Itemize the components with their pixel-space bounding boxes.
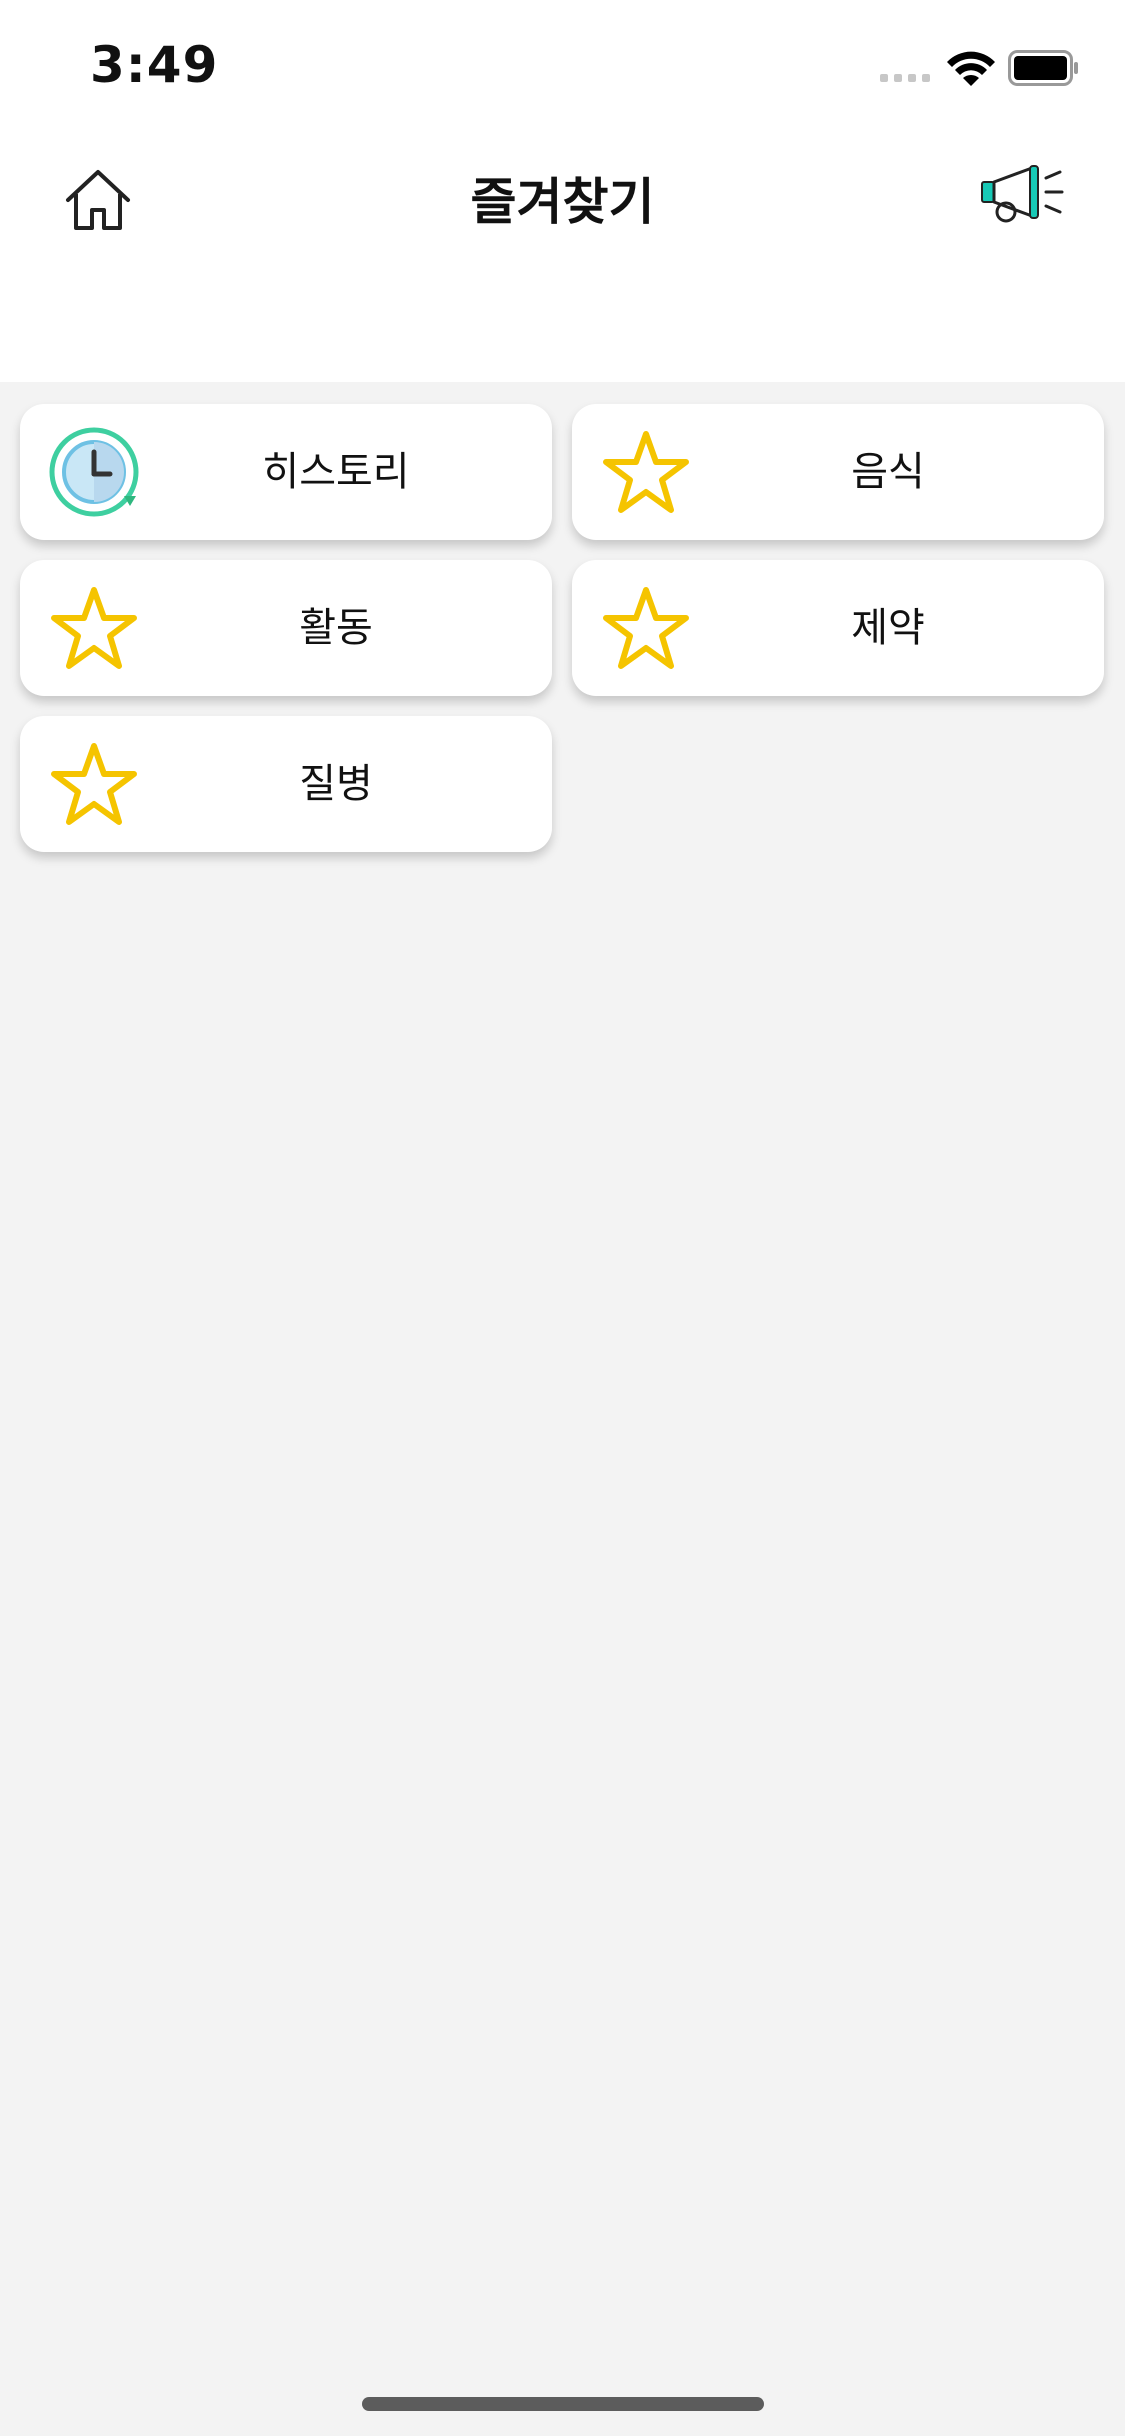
favorite-card-activity[interactable]: 활동 — [20, 560, 552, 696]
star-icon — [603, 431, 689, 513]
favorite-label: 활동 — [299, 605, 373, 651]
home-indicator[interactable] — [362, 2397, 764, 2411]
favorite-card-history[interactable]: 히스토리 — [20, 404, 552, 540]
favorite-label: 제약 — [851, 605, 925, 651]
header-area: 3:49 즐겨찾기 — [0, 0, 1125, 382]
status-time: 3:49 — [90, 36, 219, 94]
cellular-signal-icon — [880, 74, 930, 82]
favorite-label: 질병 — [299, 761, 373, 807]
megaphone-icon[interactable] — [978, 158, 1068, 230]
star-icon — [51, 743, 137, 825]
favorite-card-food[interactable]: 음식 — [572, 404, 1104, 540]
favorite-card-medication[interactable]: 제약 — [572, 560, 1104, 696]
wifi-icon — [947, 51, 995, 86]
favorite-label: 음식 — [851, 449, 925, 495]
favorite-card-disease[interactable]: 질병 — [20, 716, 552, 852]
page-title: 즐겨찾기 — [470, 173, 655, 231]
star-icon — [51, 587, 137, 669]
battery-icon — [1008, 50, 1078, 86]
history-clock-icon — [49, 427, 139, 517]
star-icon — [603, 587, 689, 669]
favorite-label: 히스토리 — [262, 449, 410, 495]
